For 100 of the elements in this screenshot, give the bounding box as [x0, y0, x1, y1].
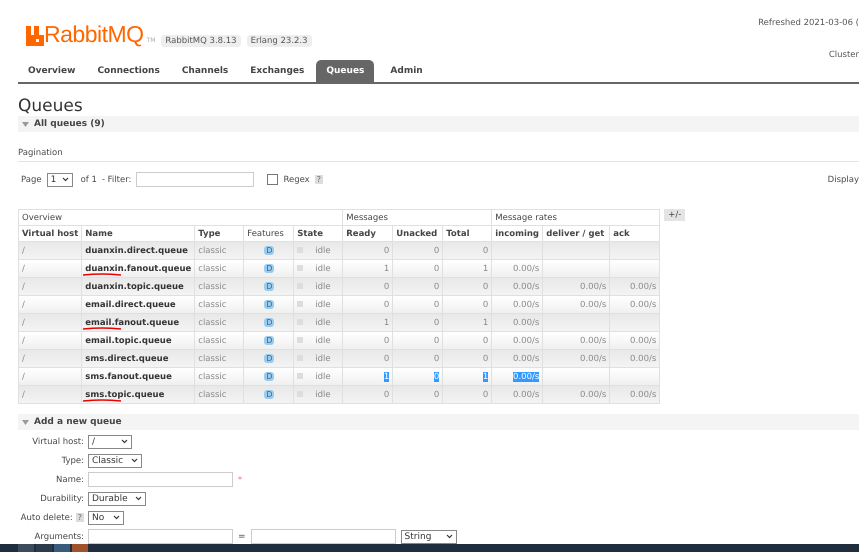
- taskbar-icon[interactable]: [72, 544, 88, 552]
- nav-tab[interactable]: Queues: [316, 60, 374, 82]
- state-text: idle: [315, 282, 331, 292]
- table-cell: /: [22, 246, 25, 256]
- table-cell: classic: [198, 372, 226, 382]
- form-select[interactable]: String: [400, 530, 457, 544]
- table-cell: 0.00/s: [513, 354, 540, 364]
- columns-toggle-button[interactable]: +/-: [664, 209, 686, 221]
- table-cell: classic: [198, 354, 226, 364]
- table-cell: 0.00/s: [630, 390, 656, 400]
- page-label: Page: [21, 174, 42, 184]
- filter-field[interactable]: [136, 172, 254, 187]
- taskbar-icon[interactable]: [18, 544, 34, 552]
- form-label: Arguments:: [34, 532, 84, 542]
- regex-label: Regex: [283, 174, 310, 184]
- table-cell: 0: [384, 354, 390, 364]
- durable-tag: D: [264, 354, 274, 362]
- argument-key-field[interactable]: [88, 529, 233, 544]
- table-cell: 1: [482, 264, 488, 274]
- table-cell: classic: [198, 336, 226, 346]
- state-text: idle: [315, 300, 331, 310]
- underline-mark: [82, 398, 122, 402]
- table-cell: /: [22, 282, 25, 292]
- table-cell: 0: [482, 390, 488, 400]
- caret-icon: [113, 515, 120, 520]
- table-cell: 0: [434, 264, 440, 274]
- nav-tab[interactable]: Exchanges: [240, 60, 314, 82]
- table-cell: 0: [482, 246, 488, 256]
- table-cell: classic: [198, 264, 226, 274]
- state-text: idle: [315, 318, 331, 328]
- version-badge: RabbitMQ 3.8.13: [161, 35, 241, 47]
- state-text: idle: [315, 354, 331, 364]
- nav-tab[interactable]: Overview: [18, 60, 86, 82]
- section-header[interactable]: Add a new queue: [18, 414, 859, 430]
- form-label: Name:: [56, 474, 84, 484]
- table-cell: 0: [434, 246, 440, 256]
- help-badge[interactable]: ?: [314, 175, 323, 184]
- table-cell: 0.00/s: [513, 282, 540, 292]
- cluster-label: Cluster: [828, 50, 859, 60]
- table-cell: 0: [384, 300, 390, 310]
- nav-tab[interactable]: Connections: [87, 60, 170, 82]
- display-label: Display: [828, 174, 859, 184]
- logo-text: RabbitMQ: [44, 23, 144, 46]
- durable-tag: D: [264, 390, 274, 398]
- form-label: Type:: [62, 456, 84, 466]
- durable-tag: D: [264, 336, 274, 344]
- table-cell: 0.00/s: [513, 264, 540, 274]
- table-cell: 1: [482, 372, 488, 382]
- form-label: Virtual host:: [32, 436, 84, 446]
- taskbar-icon[interactable]: [54, 544, 70, 552]
- caret-icon: [446, 534, 453, 539]
- form-label: Auto delete:: [20, 512, 73, 522]
- form-select[interactable]: Classic: [88, 454, 142, 468]
- form-select[interactable]: Durable: [88, 492, 146, 506]
- table-cell: 0.00/s: [513, 372, 540, 382]
- table-cell: 0.00/s: [580, 300, 606, 310]
- taskbar-icon[interactable]: [36, 544, 52, 552]
- column-group: Messages: [342, 210, 492, 226]
- argument-value-field[interactable]: [250, 529, 396, 544]
- table-cell: 1: [384, 264, 390, 274]
- table-cell: 0: [482, 282, 488, 292]
- table-cell: 0.00/s: [580, 354, 606, 364]
- table-cell: /: [22, 372, 25, 382]
- section-header[interactable]: All queues (9): [18, 116, 859, 132]
- table-cell: 0: [434, 336, 440, 346]
- column-group: Overview: [18, 210, 343, 226]
- nav-tab[interactable]: Admin: [380, 60, 433, 82]
- table-cell: 0: [434, 354, 440, 364]
- page-count: of 1: [80, 174, 97, 184]
- durable-tag: D: [264, 300, 274, 308]
- table-cell: 0: [434, 318, 440, 328]
- state-text: idle: [315, 336, 331, 346]
- table-cell: classic: [198, 390, 226, 400]
- column-group: Message rates: [492, 210, 660, 226]
- form-select[interactable]: No: [88, 510, 124, 524]
- table-cell: 0: [384, 336, 390, 346]
- table-cell: /: [22, 336, 25, 346]
- table-cell: 0.00/s: [630, 282, 656, 292]
- table-cell: /: [22, 264, 25, 274]
- help-badge[interactable]: ?: [76, 513, 84, 522]
- page-select[interactable]: 1: [46, 172, 73, 186]
- equals-sign: =: [238, 532, 246, 542]
- table-cell: classic: [198, 300, 226, 310]
- state-icon: [297, 336, 304, 342]
- name-field[interactable]: [88, 472, 233, 487]
- caret-icon: [135, 496, 142, 501]
- table-cell: classic: [198, 282, 226, 292]
- form-select[interactable]: /: [88, 434, 132, 448]
- caret-icon: [121, 439, 128, 444]
- state-text: idle: [315, 390, 331, 400]
- form-label: Durability:: [40, 494, 84, 504]
- table-cell: 0.00/s: [513, 390, 540, 400]
- table-cell: 0.00/s: [513, 336, 540, 346]
- table-cell: classic: [198, 246, 226, 256]
- table-cell: classic: [198, 318, 226, 328]
- regex-checkbox[interactable]: [267, 174, 278, 185]
- nav-tab[interactable]: Channels: [172, 60, 238, 82]
- durable-tag: D: [264, 318, 274, 326]
- table-cell: /: [22, 390, 25, 400]
- state-text: idle: [315, 264, 331, 274]
